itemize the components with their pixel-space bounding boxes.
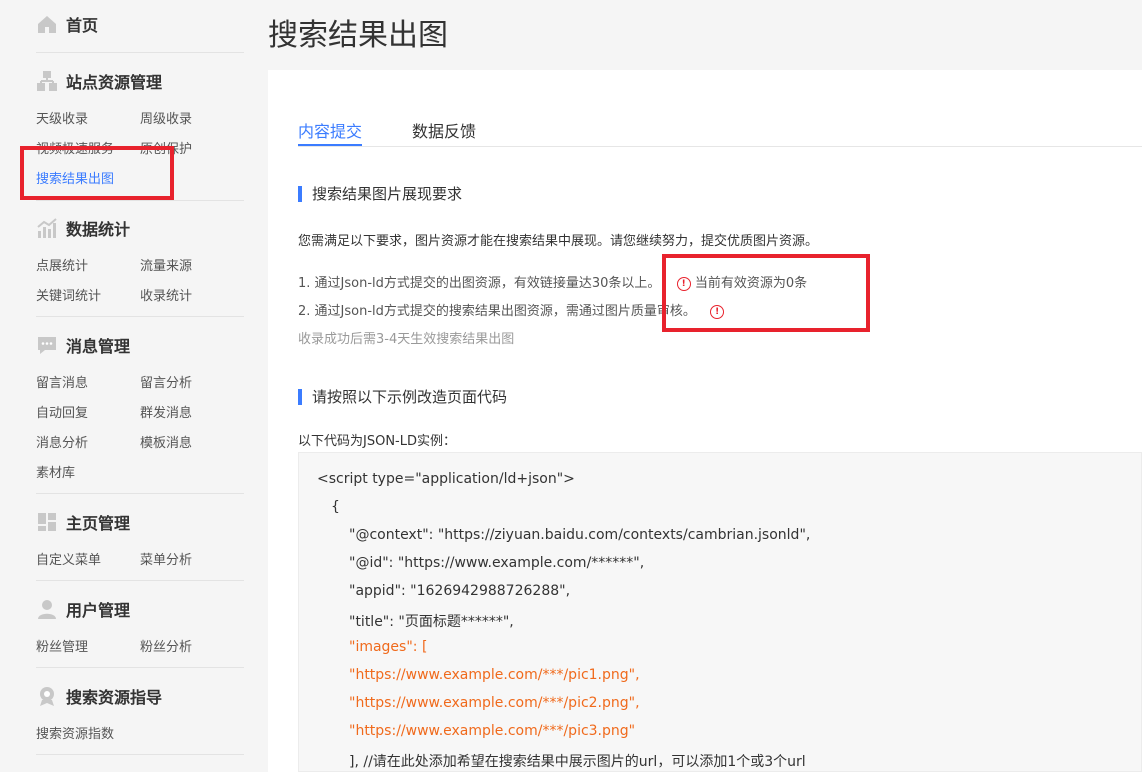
section-title: 消息管理 — [66, 337, 131, 356]
heading-text: 请按照以下示例改造页面代码 — [312, 388, 508, 406]
section-title: 主页管理 — [66, 514, 131, 533]
divider — [36, 200, 244, 201]
section-title: 搜索资源指导 — [66, 688, 163, 707]
code-line: "title": "页面标题******", — [349, 614, 514, 630]
heading-text: 搜索结果图片展现要求 — [312, 185, 463, 203]
sidebar-item-daily-index[interactable]: 天级收录 — [36, 108, 88, 127]
sidebar-item-impressions[interactable]: 点展统计 — [36, 255, 88, 274]
sidebar-section-messages[interactable]: 消息管理 — [36, 333, 130, 357]
code-line: "https://www.example.com/***/pic1.png", — [349, 667, 640, 683]
sidebar-item-search-index[interactable]: 搜索资源指数 — [36, 723, 114, 742]
tab-data-feedback[interactable]: 数据反馈 — [412, 118, 476, 142]
divider — [36, 52, 244, 53]
code-example[interactable]: <script type="application/ld+json"> { "@… — [298, 452, 1142, 772]
code-intro: 以下代码为JSON-LD实例： — [298, 434, 456, 449]
search-guide-icon — [36, 685, 58, 707]
sidebar-item-keyword-stats[interactable]: 关键词统计 — [36, 285, 101, 304]
page-title: 搜索结果出图 — [268, 18, 448, 53]
home-icon — [36, 13, 58, 35]
heading-bar — [298, 185, 302, 202]
tab-content-submit[interactable]: 内容提交 — [298, 118, 362, 142]
tabs-divider — [298, 146, 1142, 147]
sidebar-item-traffic-source[interactable]: 流量来源 — [140, 255, 192, 274]
code-line: ], //请在此处添加希望在搜索结果中展示图片的url，可以添加1个或3个url — [349, 754, 806, 770]
sidebar-home[interactable]: 首页 — [36, 12, 98, 36]
requirement-2-text: 2. 通过Json-ld方式提交的搜索结果出图资源，需通过图片质量审核。 — [298, 304, 696, 319]
highlight-box-status — [662, 254, 870, 332]
sidebar-item-template-msg[interactable]: 模板消息 — [140, 432, 192, 451]
section-heading-requirements: 搜索结果图片展现要求 — [298, 183, 462, 204]
sidebar-home-label: 首页 — [66, 16, 99, 35]
divider — [36, 667, 244, 668]
divider — [36, 316, 244, 317]
code-line: "https://www.example.com/***/pic2.png", — [349, 695, 640, 711]
sidebar-item-material-library[interactable]: 素材库 — [36, 462, 75, 481]
sidebar-section-users[interactable]: 用户管理 — [36, 597, 130, 621]
code-line: "appid": "1626942988726288", — [349, 583, 571, 599]
sitemap-icon — [36, 70, 58, 92]
requirement-1-text: 1. 通过Json-ld方式提交的出图资源，有效链接量达30条以上。 — [298, 276, 661, 291]
divider — [36, 493, 244, 494]
layout-icon — [36, 511, 58, 533]
code-line: "@id": "https://www.example.com/******", — [349, 555, 645, 571]
sidebar-item-index-stats[interactable]: 收录统计 — [140, 285, 192, 304]
sidebar-item-fans[interactable]: 粉丝管理 — [36, 636, 88, 655]
divider — [36, 580, 244, 581]
code-line: "@context": "https://ziyuan.baidu.com/co… — [349, 527, 811, 543]
sidebar-item-custom-menu[interactable]: 自定义菜单 — [36, 549, 101, 568]
content-panel: 内容提交 数据反馈 搜索结果图片展现要求 您需满足以下要求，图片资源才能在搜索结… — [268, 70, 1142, 772]
message-icon — [36, 334, 58, 356]
code-line: { — [331, 499, 340, 515]
section-title: 用户管理 — [66, 601, 131, 620]
sidebar-section-search-guide[interactable]: 搜索资源指导 — [36, 684, 162, 708]
section-heading-code: 请按照以下示例改造页面代码 — [298, 386, 507, 407]
sidebar-item-menu-analysis[interactable]: 菜单分析 — [140, 549, 192, 568]
requirement-2: 2. 通过Json-ld方式提交的搜索结果出图资源，需通过图片质量审核。 ! — [298, 300, 725, 319]
requirements-desc: 您需满足以下要求，图片资源才能在搜索结果中展现。请您继续努力，提交优质图片资源。 — [298, 234, 819, 249]
sidebar-item-weekly-index[interactable]: 周级收录 — [140, 108, 192, 127]
code-line: "images": [ — [349, 639, 428, 655]
sidebar-section-site-resources[interactable]: 站点资源管理 — [36, 69, 162, 93]
divider — [36, 754, 244, 755]
code-line: <script type="application/ld+json"> — [317, 471, 575, 487]
sidebar-section-data-stats[interactable]: 数据统计 — [36, 216, 130, 240]
code-line: "https://www.example.com/***/pic3.png" — [349, 723, 636, 739]
sidebar-item-auto-reply[interactable]: 自动回复 — [36, 402, 88, 421]
sidebar-item-message-analysis[interactable]: 留言分析 — [140, 372, 192, 391]
chart-icon — [36, 217, 58, 239]
heading-bar — [298, 388, 302, 405]
sidebar-item-broadcast[interactable]: 群发消息 — [140, 402, 192, 421]
section-title: 站点资源管理 — [66, 73, 163, 92]
section-title: 数据统计 — [66, 220, 131, 239]
sidebar-item-msg-analysis[interactable]: 消息分析 — [36, 432, 88, 451]
highlight-box-sidebar — [20, 146, 174, 200]
sidebar-section-homepage[interactable]: 主页管理 — [36, 510, 130, 534]
effect-note: 收录成功后需3-4天生效搜索结果出图 — [298, 332, 515, 347]
sidebar: 首页 站点资源管理 天级收录 周级收录 视频极速服务 原创保护 搜索结果出图 数… — [0, 0, 260, 772]
sidebar-item-fans-analysis[interactable]: 粉丝分析 — [140, 636, 192, 655]
sidebar-item-messages[interactable]: 留言消息 — [36, 372, 88, 391]
user-icon — [36, 598, 58, 620]
